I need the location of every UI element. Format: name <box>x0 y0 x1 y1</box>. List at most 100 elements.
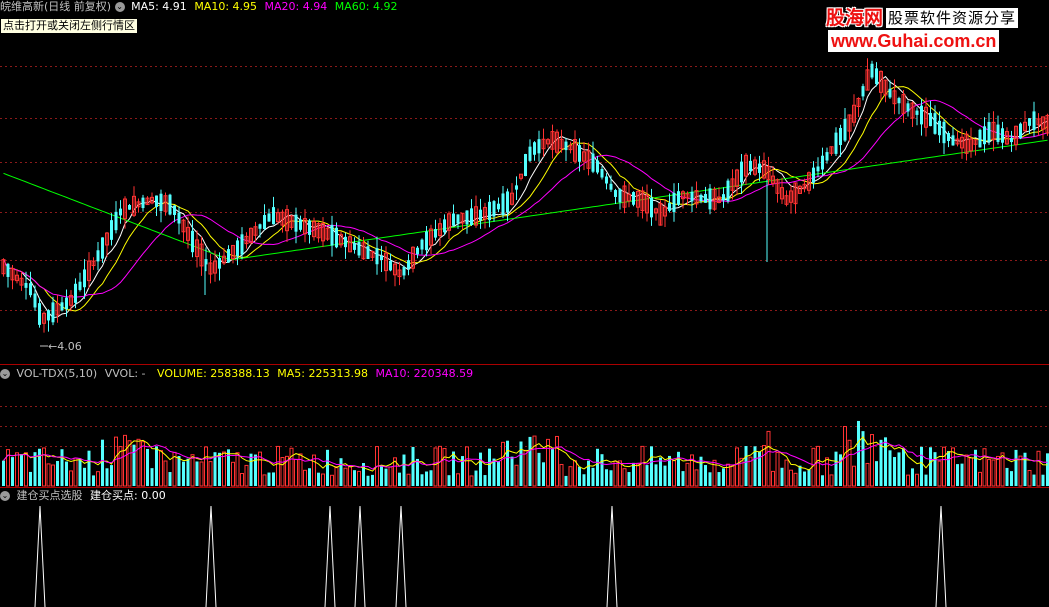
volume-bar-up <box>357 470 361 487</box>
candle-body-down <box>1032 111 1036 130</box>
candle-body-down <box>218 258 221 269</box>
candle-body-down <box>933 113 937 134</box>
volume-bar-down <box>398 472 401 486</box>
candle-body-down <box>294 214 298 232</box>
volume-bar-down <box>447 475 451 486</box>
collapse-circle-icon[interactable]: ⌄ <box>0 491 10 501</box>
candle-body-down <box>258 224 262 229</box>
volume-bar-down <box>29 471 32 486</box>
volume-bar-down <box>1032 474 1036 486</box>
candle-body-down <box>101 237 104 259</box>
signal-spike <box>324 505 336 607</box>
volume-bar-down <box>497 461 500 486</box>
volume-bar-down <box>92 475 95 486</box>
candle-body-down <box>996 124 1000 142</box>
volume-bar-up <box>96 471 100 487</box>
volume-bar-down <box>627 472 631 486</box>
volume-bar-down <box>155 446 158 486</box>
volume-bar-up <box>163 460 168 487</box>
candle-body-down <box>987 121 991 142</box>
candle-body-down <box>524 154 527 176</box>
volume-bar-up <box>937 460 942 487</box>
volume-bar-up <box>852 465 856 487</box>
candle-body-down <box>578 145 581 162</box>
volume-bar-down <box>924 474 928 486</box>
candle-body-down <box>29 283 32 296</box>
volume-bar-up <box>303 469 307 487</box>
volume-bar-up <box>618 460 622 487</box>
volume-label: VOLUME: 258388.13 <box>157 367 270 380</box>
signal-indicator-title[interactable]: 建仓买点选股 <box>17 489 83 502</box>
volume-bar-up <box>298 453 303 487</box>
stock-title[interactable]: 皖维高新(日线 前复权) <box>0 0 111 13</box>
candle-body-down <box>24 282 28 288</box>
candle-body-down <box>704 193 707 203</box>
candle-body-down <box>119 208 122 216</box>
volume-bar-up <box>568 466 573 487</box>
volume-bar-down <box>182 461 185 486</box>
candle-body-down <box>155 195 158 207</box>
collapse-circle-icon[interactable]: ⌄ <box>114 2 125 12</box>
volume-bar-down <box>1014 449 1018 486</box>
candle-body-down <box>740 161 743 183</box>
volume-bar-up <box>388 466 393 487</box>
volume-bar-up <box>262 474 267 487</box>
candle-body-down <box>632 192 635 205</box>
volume-bar-down <box>38 448 41 486</box>
volume-bar-down <box>60 449 64 486</box>
volume-bar-down <box>591 467 595 486</box>
candle-body-down <box>492 201 496 217</box>
logo-brand: 股海网 <box>826 7 884 29</box>
volume-bar-up <box>69 470 73 487</box>
volume-bar-down <box>420 474 424 486</box>
candle-body-down <box>389 260 392 271</box>
volume-bar-down <box>933 452 937 486</box>
volume-bar-down <box>267 472 271 486</box>
collapse-circle-icon[interactable]: ⌄ <box>0 369 10 379</box>
vol-indicator-title[interactable]: VOL-TDX(5,10) <box>17 367 98 380</box>
volume-bar-down <box>326 449 329 486</box>
volume-bar-down <box>371 474 374 486</box>
candle-body-down <box>263 215 266 229</box>
volume-bar-up <box>847 439 852 487</box>
ma60-label: MA60: 4.92 <box>334 0 398 13</box>
candle-body-down <box>888 88 892 98</box>
volume-bar-up <box>991 459 996 487</box>
volume-bar-up <box>978 471 982 487</box>
candle-body-down <box>897 98 901 104</box>
volume-bar-down <box>150 468 154 486</box>
ma5-label: MA5: 4.91 <box>131 0 187 13</box>
volume-bar-up <box>199 461 204 487</box>
candle-body-down <box>380 255 383 261</box>
volume-bar-up <box>730 465 735 487</box>
candle-body-down <box>452 213 455 226</box>
volume-bar-up <box>942 446 946 487</box>
candle-body-down <box>51 302 55 323</box>
volume-bar-down <box>717 472 721 486</box>
volume-bar-down <box>1010 471 1013 486</box>
volume-bar-down <box>803 471 806 486</box>
volume-bar-up <box>532 435 537 487</box>
volume-bar-down <box>56 460 59 486</box>
volume-bar-down <box>645 465 649 486</box>
volume-bar-up <box>771 470 775 487</box>
volume-bar-up <box>321 473 325 487</box>
candle-body-down <box>330 224 334 246</box>
toggle-quote-tooltip: 点击打开或关闭左侧行情区 <box>0 18 138 34</box>
volume-bar-down <box>663 465 667 486</box>
volume-bar-down <box>2 460 5 486</box>
signal-spike <box>205 505 217 607</box>
volume-bar-down <box>897 452 901 486</box>
volume-bar-up <box>996 455 1000 487</box>
volume-bar-down <box>519 441 523 486</box>
volume-bar-up <box>555 435 559 487</box>
volume-bar-up <box>442 448 447 487</box>
candle-body-down <box>722 194 725 201</box>
volume-bar-down <box>893 457 896 486</box>
kline-chart[interactable] <box>0 0 1049 607</box>
volume-bar-down <box>317 472 320 486</box>
volume-bar-down <box>857 420 860 486</box>
candle-body-down <box>267 213 271 222</box>
volume-bar-down <box>609 470 613 486</box>
volume-bar-down <box>474 470 478 486</box>
